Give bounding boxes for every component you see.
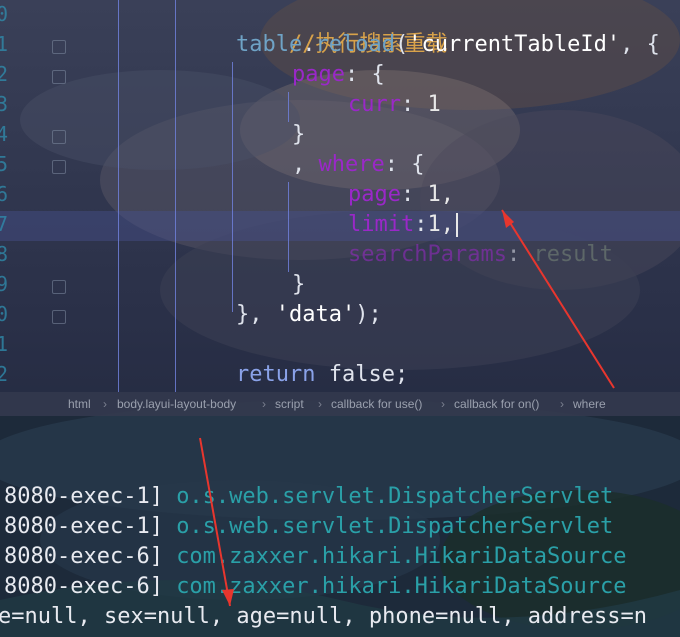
- annotation-arrows: [199, 209, 615, 607]
- annotation-arrow: [199, 437, 231, 607]
- annotation-arrow: [501, 209, 615, 389]
- arrowhead-icon: [222, 589, 234, 606]
